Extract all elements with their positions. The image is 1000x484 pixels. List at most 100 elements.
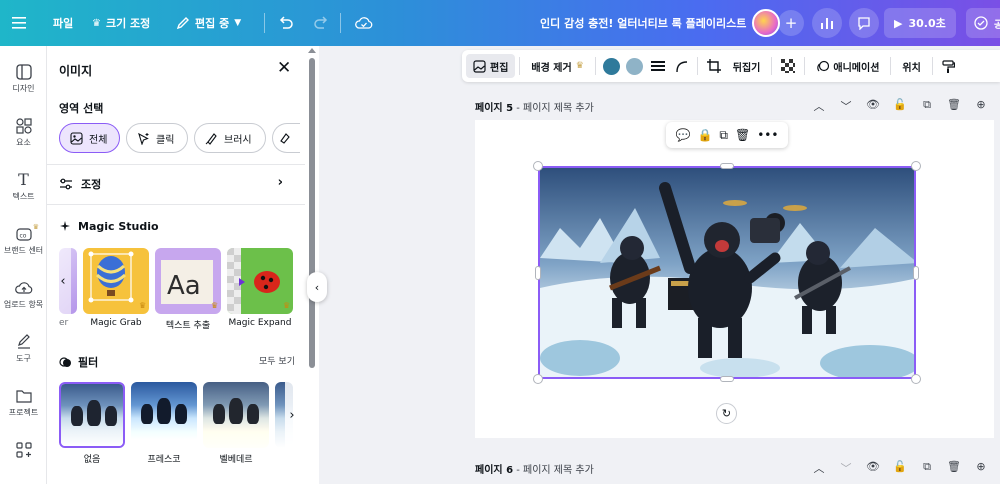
avatar[interactable]: [752, 0, 780, 46]
rail-text[interactable]: T 텍스트: [0, 172, 47, 202]
svg-text:♛: ♛: [211, 301, 218, 310]
adjust-row[interactable]: 조정 ›: [59, 174, 289, 194]
crown-icon: ♛: [92, 17, 101, 29]
filter-fresco[interactable]: [131, 382, 197, 448]
lock-icon[interactable]: 🔒: [697, 128, 712, 142]
chevron-up-icon[interactable]: ︿: [812, 460, 826, 476]
add-page-icon[interactable]: ⊕: [974, 98, 988, 114]
select-click-option[interactable]: 클릭: [126, 123, 188, 153]
close-icon[interactable]: ✕: [277, 58, 291, 78]
resize-handle-top-left[interactable]: [533, 161, 543, 171]
resize-button[interactable]: ♛ 크기 조정: [92, 0, 150, 46]
rail-design[interactable]: 디자인: [0, 64, 47, 94]
page-6-add-title[interactable]: - 페이지 제목 추가: [516, 465, 594, 476]
rail-elements[interactable]: 요소: [0, 118, 47, 148]
animate-button[interactable]: 애니메이션: [809, 54, 886, 78]
svg-text:Aa: Aa: [167, 271, 201, 301]
eye-icon[interactable]: 👁: [866, 98, 880, 114]
resize-handle-bottom-left[interactable]: [533, 374, 543, 384]
resize-handle-top[interactable]: [720, 163, 734, 169]
filters-title: 필터: [59, 354, 98, 370]
redo-button[interactable]: [313, 0, 329, 46]
resize-handle-right[interactable]: [913, 266, 919, 280]
share-add-button[interactable]: +: [778, 0, 804, 46]
comment-add-icon[interactable]: 💬: [676, 128, 691, 142]
studio-prev-button[interactable]: ‹: [55, 248, 71, 314]
flip-button[interactable]: 뒤집기: [726, 54, 768, 78]
select-brush-option[interactable]: 브러시: [194, 123, 266, 153]
cloud-save-button[interactable]: [355, 0, 373, 46]
scroll-thumb[interactable]: [309, 58, 315, 368]
page-5-add-title[interactable]: - 페이지 제목 추가: [516, 103, 594, 114]
play-icon: ▶: [894, 16, 903, 30]
plus-icon: +: [784, 14, 798, 32]
lock-icon[interactable]: 🔓: [893, 460, 907, 476]
rail-elements-label: 요소: [16, 138, 31, 147]
crop-button[interactable]: [702, 54, 726, 78]
insights-button[interactable]: [812, 0, 842, 46]
comments-button[interactable]: [849, 0, 879, 46]
rail-apps[interactable]: [0, 442, 47, 458]
studio-card-text-extract[interactable]: Aa ♛: [155, 248, 221, 314]
menu-button[interactable]: [12, 0, 28, 46]
resize-handle-bottom-right[interactable]: [911, 374, 921, 384]
studio-card-magic-grab[interactable]: ♛: [83, 248, 149, 314]
chevron-down-icon[interactable]: ﹀: [839, 460, 853, 476]
transparency-button[interactable]: [776, 54, 800, 78]
color-swatch-1[interactable]: [602, 57, 620, 75]
resize-handle-left[interactable]: [535, 266, 541, 280]
page-6-header[interactable]: 페이지 6 - 페이지 제목 추가: [475, 461, 594, 476]
trash-icon[interactable]: 🗑: [735, 128, 750, 142]
trash-icon[interactable]: 🗑: [947, 98, 961, 114]
filters-see-all-link[interactable]: 모두 보기: [259, 354, 295, 367]
filter-label-none: 없음: [83, 455, 101, 465]
eye-icon[interactable]: 👁: [866, 460, 880, 476]
file-menu[interactable]: 파일: [53, 0, 73, 46]
corner-rounding-button[interactable]: [670, 54, 693, 78]
undo-button[interactable]: [278, 0, 294, 46]
editing-mode-button[interactable]: 편집 중 ▼: [176, 0, 241, 46]
color-swatch-2[interactable]: [625, 57, 643, 75]
apps-icon: [15, 442, 32, 458]
present-button[interactable]: ▶ 30.0초: [884, 0, 956, 46]
rotate-icon: ↻: [721, 407, 732, 420]
adjust-label: 조정: [81, 178, 102, 191]
rail-projects[interactable]: 프로젝트: [0, 388, 47, 418]
select-all-option[interactable]: 전체: [59, 123, 120, 153]
chevron-up-icon[interactable]: ︿: [812, 98, 826, 114]
document-title[interactable]: 인디 감성 충전! 얼터너티브 록 플레이리스트: [540, 0, 746, 46]
top-bar: 파일 ♛ 크기 조정 편집 중 ▼ 인디 감성 충전! 얼터너티브 록 플레이리…: [0, 0, 1000, 46]
select-more-option[interactable]: [272, 123, 300, 153]
rail-brand[interactable]: ♛ co 브랜드 센터: [0, 223, 47, 256]
chevron-down-icon[interactable]: ﹀: [839, 98, 853, 114]
paint-format-button[interactable]: [937, 54, 960, 78]
panel-scrollbar[interactable]: [305, 46, 319, 484]
lock-icon[interactable]: 🔓: [893, 98, 907, 114]
duplicate-icon[interactable]: ⧉: [920, 98, 934, 114]
position-button[interactable]: 위치: [895, 54, 927, 78]
collapse-panel-button[interactable]: ‹: [307, 272, 327, 302]
filter-belvedere[interactable]: [203, 382, 269, 448]
more-icon[interactable]: •••: [757, 128, 778, 142]
rail-uploads[interactable]: 업로드 항목: [0, 280, 47, 310]
duplicate-icon[interactable]: ⧉: [719, 128, 728, 143]
border-style-button[interactable]: [646, 54, 670, 78]
duplicate-icon[interactable]: ⧉: [920, 460, 934, 476]
checkerboard-icon: [781, 59, 796, 73]
add-page-icon[interactable]: ⊕: [974, 460, 988, 476]
resize-handle-bottom[interactable]: [720, 376, 734, 382]
rotate-handle[interactable]: ↻: [716, 403, 737, 424]
filter-none[interactable]: [59, 382, 125, 448]
trash-icon[interactable]: 🗑: [947, 460, 961, 476]
studio-card-magic-expand[interactable]: ♛: [227, 248, 293, 314]
publish-button[interactable]: 공: [966, 0, 1000, 46]
gorilla-band-image[interactable]: [538, 166, 916, 379]
filters-next-button[interactable]: ›: [285, 382, 299, 448]
rail-tools[interactable]: 도구: [0, 334, 47, 364]
scroll-up-arrow[interactable]: [308, 48, 316, 53]
resize-handle-top-right[interactable]: [911, 161, 921, 171]
edit-image-button[interactable]: 편집: [466, 54, 516, 78]
layout-icon: [15, 64, 32, 80]
page-5-header[interactable]: 페이지 5 - 페이지 제목 추가: [475, 99, 594, 114]
bg-remove-button[interactable]: 배경 제거 ♛: [524, 54, 590, 78]
